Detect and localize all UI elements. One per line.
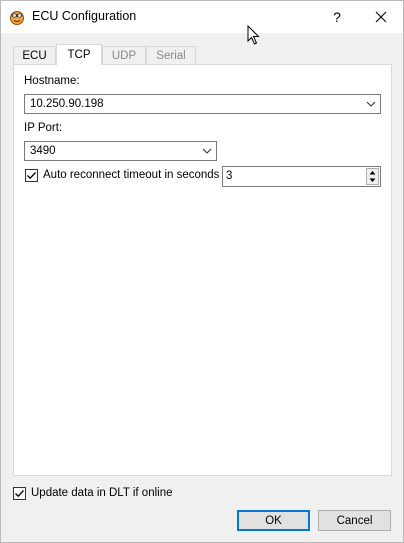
- app-icon: [9, 9, 25, 25]
- tab-ecu-label: ECU: [22, 49, 47, 62]
- update-dlt-checkbox[interactable]: [13, 487, 26, 500]
- tcp-tab-panel: Hostname: 10.250.90.198 IP Port: 3490 Au…: [13, 64, 392, 476]
- tab-serial: Serial: [146, 46, 196, 64]
- cancel-button-label: Cancel: [336, 514, 373, 527]
- title-bar[interactable]: ECU Configuration ?: [1, 1, 403, 33]
- ok-button-label: OK: [265, 514, 282, 527]
- tab-tcp-label: TCP: [67, 49, 91, 61]
- checkmark-icon: [15, 490, 24, 498]
- window-title: ECU Configuration: [32, 9, 137, 23]
- close-button[interactable]: [359, 1, 403, 33]
- tab-serial-label: Serial: [156, 49, 186, 62]
- close-icon: [375, 11, 387, 23]
- tab-tcp[interactable]: TCP: [56, 44, 102, 65]
- chevron-down-icon: [202, 148, 212, 154]
- chevron-down-icon: [366, 101, 376, 107]
- checkmark-icon: [27, 172, 36, 180]
- timeout-value: 3: [226, 170, 233, 182]
- hostname-value: 10.250.90.198: [30, 98, 104, 110]
- spin-up-icon[interactable]: [367, 169, 378, 176]
- hostname-label: Hostname:: [24, 75, 80, 87]
- spin-down-icon[interactable]: [367, 177, 378, 184]
- update-dlt-label: Update data in DLT if online: [31, 487, 173, 499]
- tab-udp-label: UDP: [111, 49, 137, 62]
- ip-port-combobox[interactable]: 3490: [24, 141, 217, 161]
- tab-udp: UDP: [102, 46, 146, 64]
- ok-button[interactable]: OK: [237, 510, 310, 531]
- timeout-spinbox[interactable]: 3: [222, 166, 381, 187]
- dialog-window: ECU Configuration ? ECU TCP UDP Serial H…: [0, 0, 404, 543]
- mouse-cursor-icon: [247, 25, 260, 45]
- tab-ecu[interactable]: ECU: [13, 46, 56, 64]
- help-icon: ?: [333, 9, 341, 25]
- spin-buttons[interactable]: [366, 168, 379, 185]
- auto-reconnect-checkbox[interactable]: [25, 169, 38, 182]
- auto-reconnect-label: Auto reconnect timeout in seconds: [43, 169, 220, 181]
- help-button[interactable]: ?: [319, 1, 355, 33]
- ip-port-value: 3490: [30, 145, 56, 157]
- hostname-combobox[interactable]: 10.250.90.198: [24, 94, 381, 114]
- ip-port-label: IP Port:: [24, 122, 63, 134]
- cancel-button[interactable]: Cancel: [318, 510, 391, 531]
